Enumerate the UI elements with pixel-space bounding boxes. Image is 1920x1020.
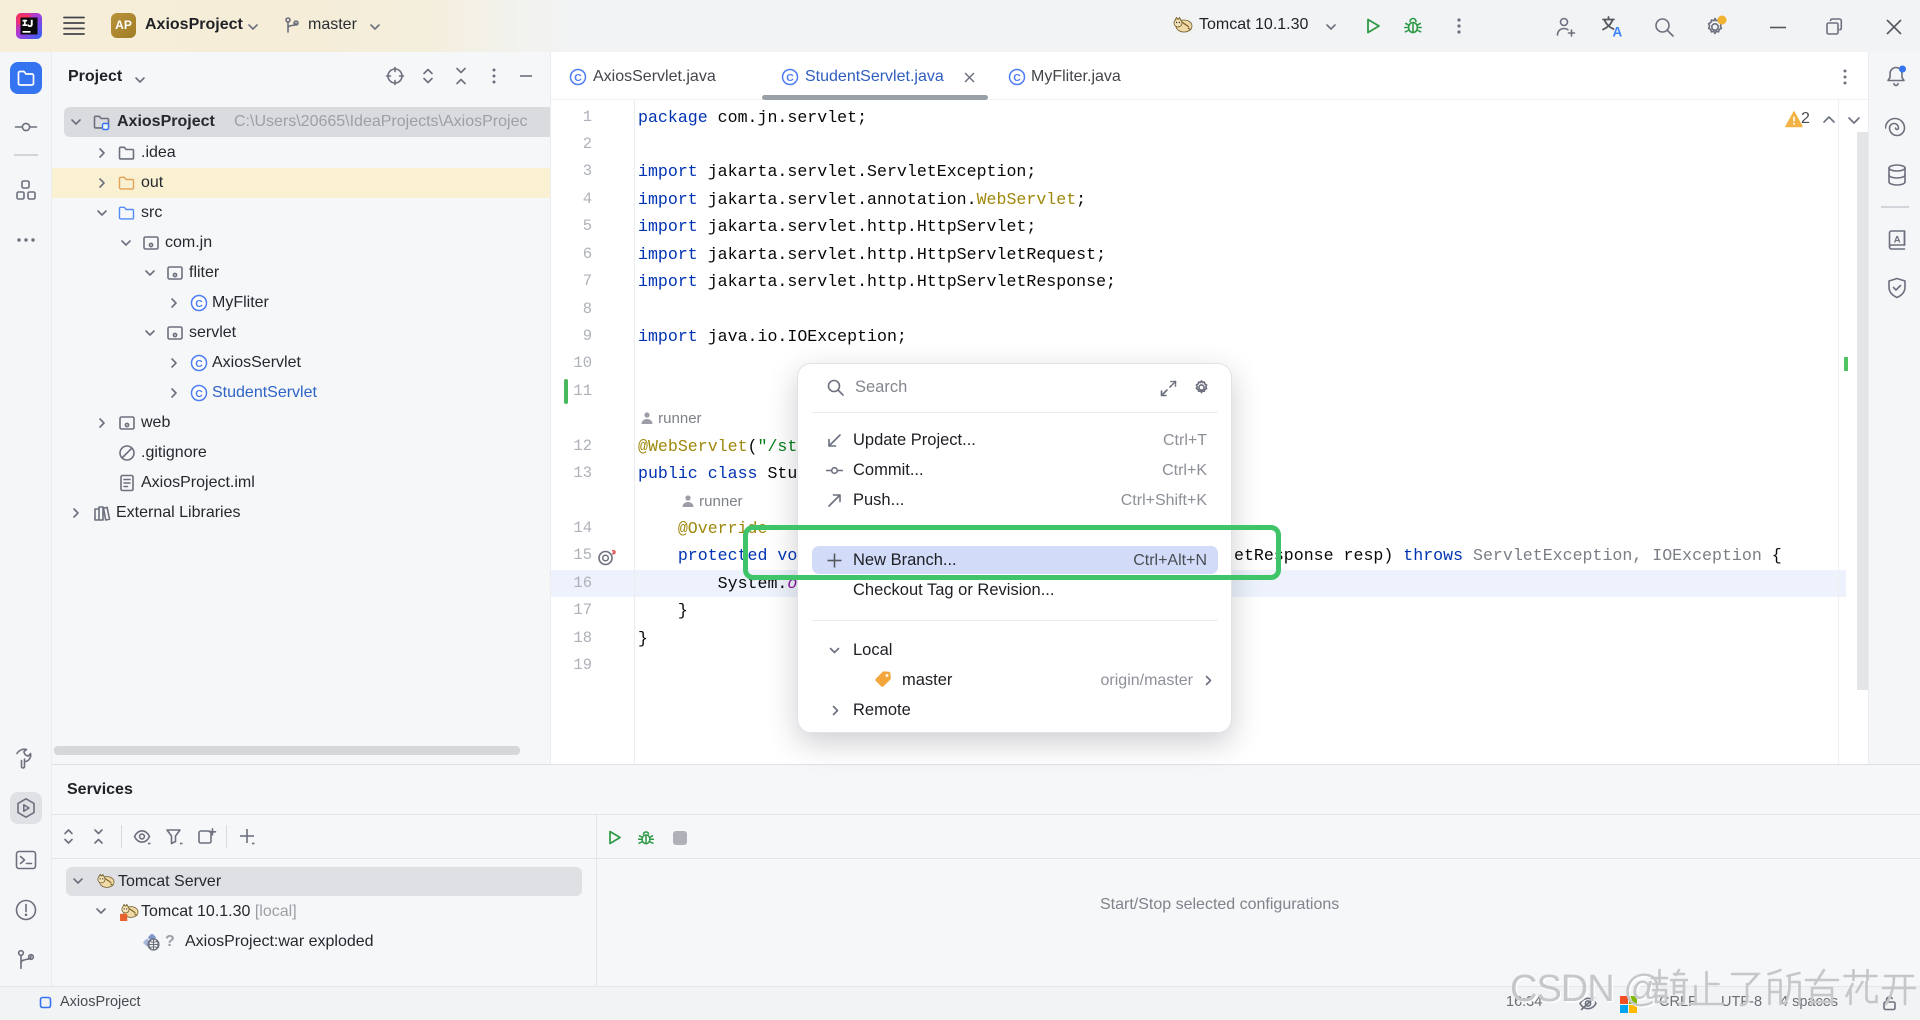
svg-text:C: C bbox=[1013, 72, 1021, 84]
svg-text:A: A bbox=[1613, 25, 1623, 40]
svg-text:C: C bbox=[195, 358, 203, 370]
svg-text:C: C bbox=[574, 72, 582, 84]
svg-text:A: A bbox=[1894, 235, 1901, 246]
svg-text:C: C bbox=[195, 388, 203, 400]
svg-text:C: C bbox=[195, 298, 203, 310]
svg-text:C: C bbox=[786, 72, 794, 84]
